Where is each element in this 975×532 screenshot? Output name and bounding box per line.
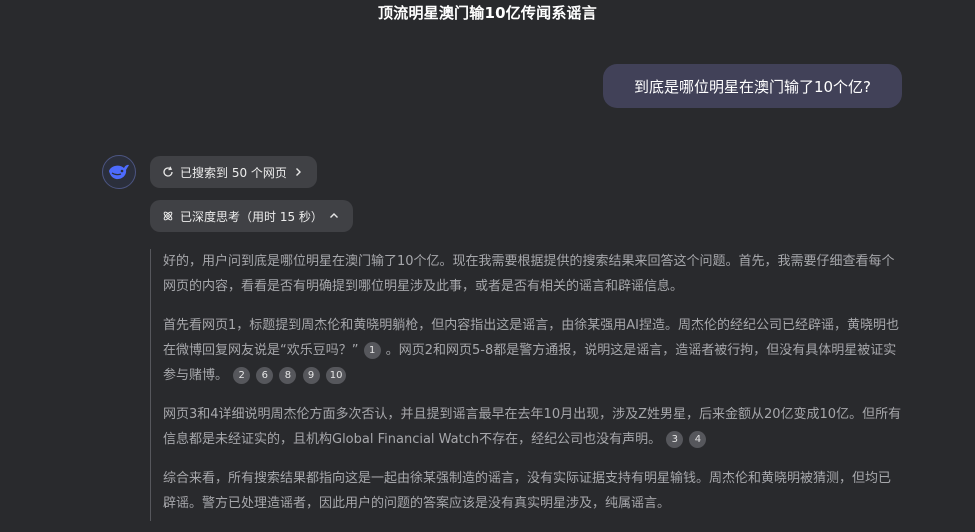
thinking-content: 好的，用户问到底是哪位明星在澳门输了10个亿。现在我需要根据提供的搜索结果来回答… <box>150 249 910 521</box>
citation-badge[interactable]: 4 <box>689 431 707 448</box>
citation-group: 3 4 <box>665 431 707 448</box>
atom-icon <box>163 211 173 221</box>
deep-thinking-label: 已深度思考（用时 15 秒） <box>180 209 323 224</box>
chevron-right-icon <box>295 168 301 176</box>
citation-badge[interactable]: 2 <box>233 367 251 384</box>
citation-badge[interactable]: 1 <box>363 342 381 359</box>
user-message-text: 到底是哪位明星在澳门输了10个亿? <box>633 77 872 96</box>
chat-page: 顶流明星澳门输10亿传闻系谣言 到底是哪位明星在澳门输了10个亿? 已搜索到 5… <box>0 0 975 532</box>
thought-paragraph-2: 首先看网页1，标题提到周杰伦和黄晓明躺枪，但内容指出这是谣言，由徐某强用AI捏造… <box>163 313 903 388</box>
user-message-bubble: 到底是哪位明星在澳门输了10个亿? <box>603 64 902 108</box>
citation-badge[interactable]: 9 <box>302 367 320 384</box>
citation-badge[interactable]: 3 <box>666 431 684 448</box>
search-results-button[interactable]: 已搜索到 50 个网页 <box>150 156 317 188</box>
search-results-label: 已搜索到 50 个网页 <box>180 165 287 180</box>
whale-logo-icon <box>109 164 129 180</box>
citation-badge[interactable]: 8 <box>279 367 297 384</box>
assistant-avatar <box>102 155 136 189</box>
chevron-up-icon <box>329 213 338 218</box>
thought-paragraph-3: 网页3和4详细说明周杰伦方面多次否认，并且提到谣言最早在去年10月出现，涉及Z姓… <box>163 402 903 452</box>
paragraph-text: 综合来看，所有搜索结果都指向这是一起由徐某强制造的谣言，没有实际证据支持有明星输… <box>163 471 892 511</box>
deep-thinking-toggle[interactable]: 已深度思考（用时 15 秒） <box>150 200 353 232</box>
citation-group: 1 <box>363 342 386 359</box>
citation-badge[interactable]: 6 <box>256 367 274 384</box>
paragraph-text: 网页3和4详细说明周杰伦方面多次否认，并且提到谣言最早在去年10月出现，涉及Z姓… <box>163 407 902 447</box>
citation-group: 2 6 8 9 10 <box>232 367 347 384</box>
thought-paragraph-1: 好的，用户问到底是哪位明星在澳门输了10个亿。现在我需要根据提供的搜索结果来回答… <box>163 249 903 299</box>
citation-badge[interactable]: 10 <box>325 367 347 384</box>
thought-paragraph-4: 综合来看，所有搜索结果都指向这是一起由徐某强制造的谣言，没有实际证据支持有明星输… <box>163 466 903 516</box>
search-refresh-icon <box>163 166 173 177</box>
paragraph-text: 好的，用户问到底是哪位明星在澳门输了10个亿。现在我需要根据提供的搜索结果来回答… <box>163 254 895 294</box>
conversation-title: 顶流明星澳门输10亿传闻系谣言 <box>378 4 597 22</box>
